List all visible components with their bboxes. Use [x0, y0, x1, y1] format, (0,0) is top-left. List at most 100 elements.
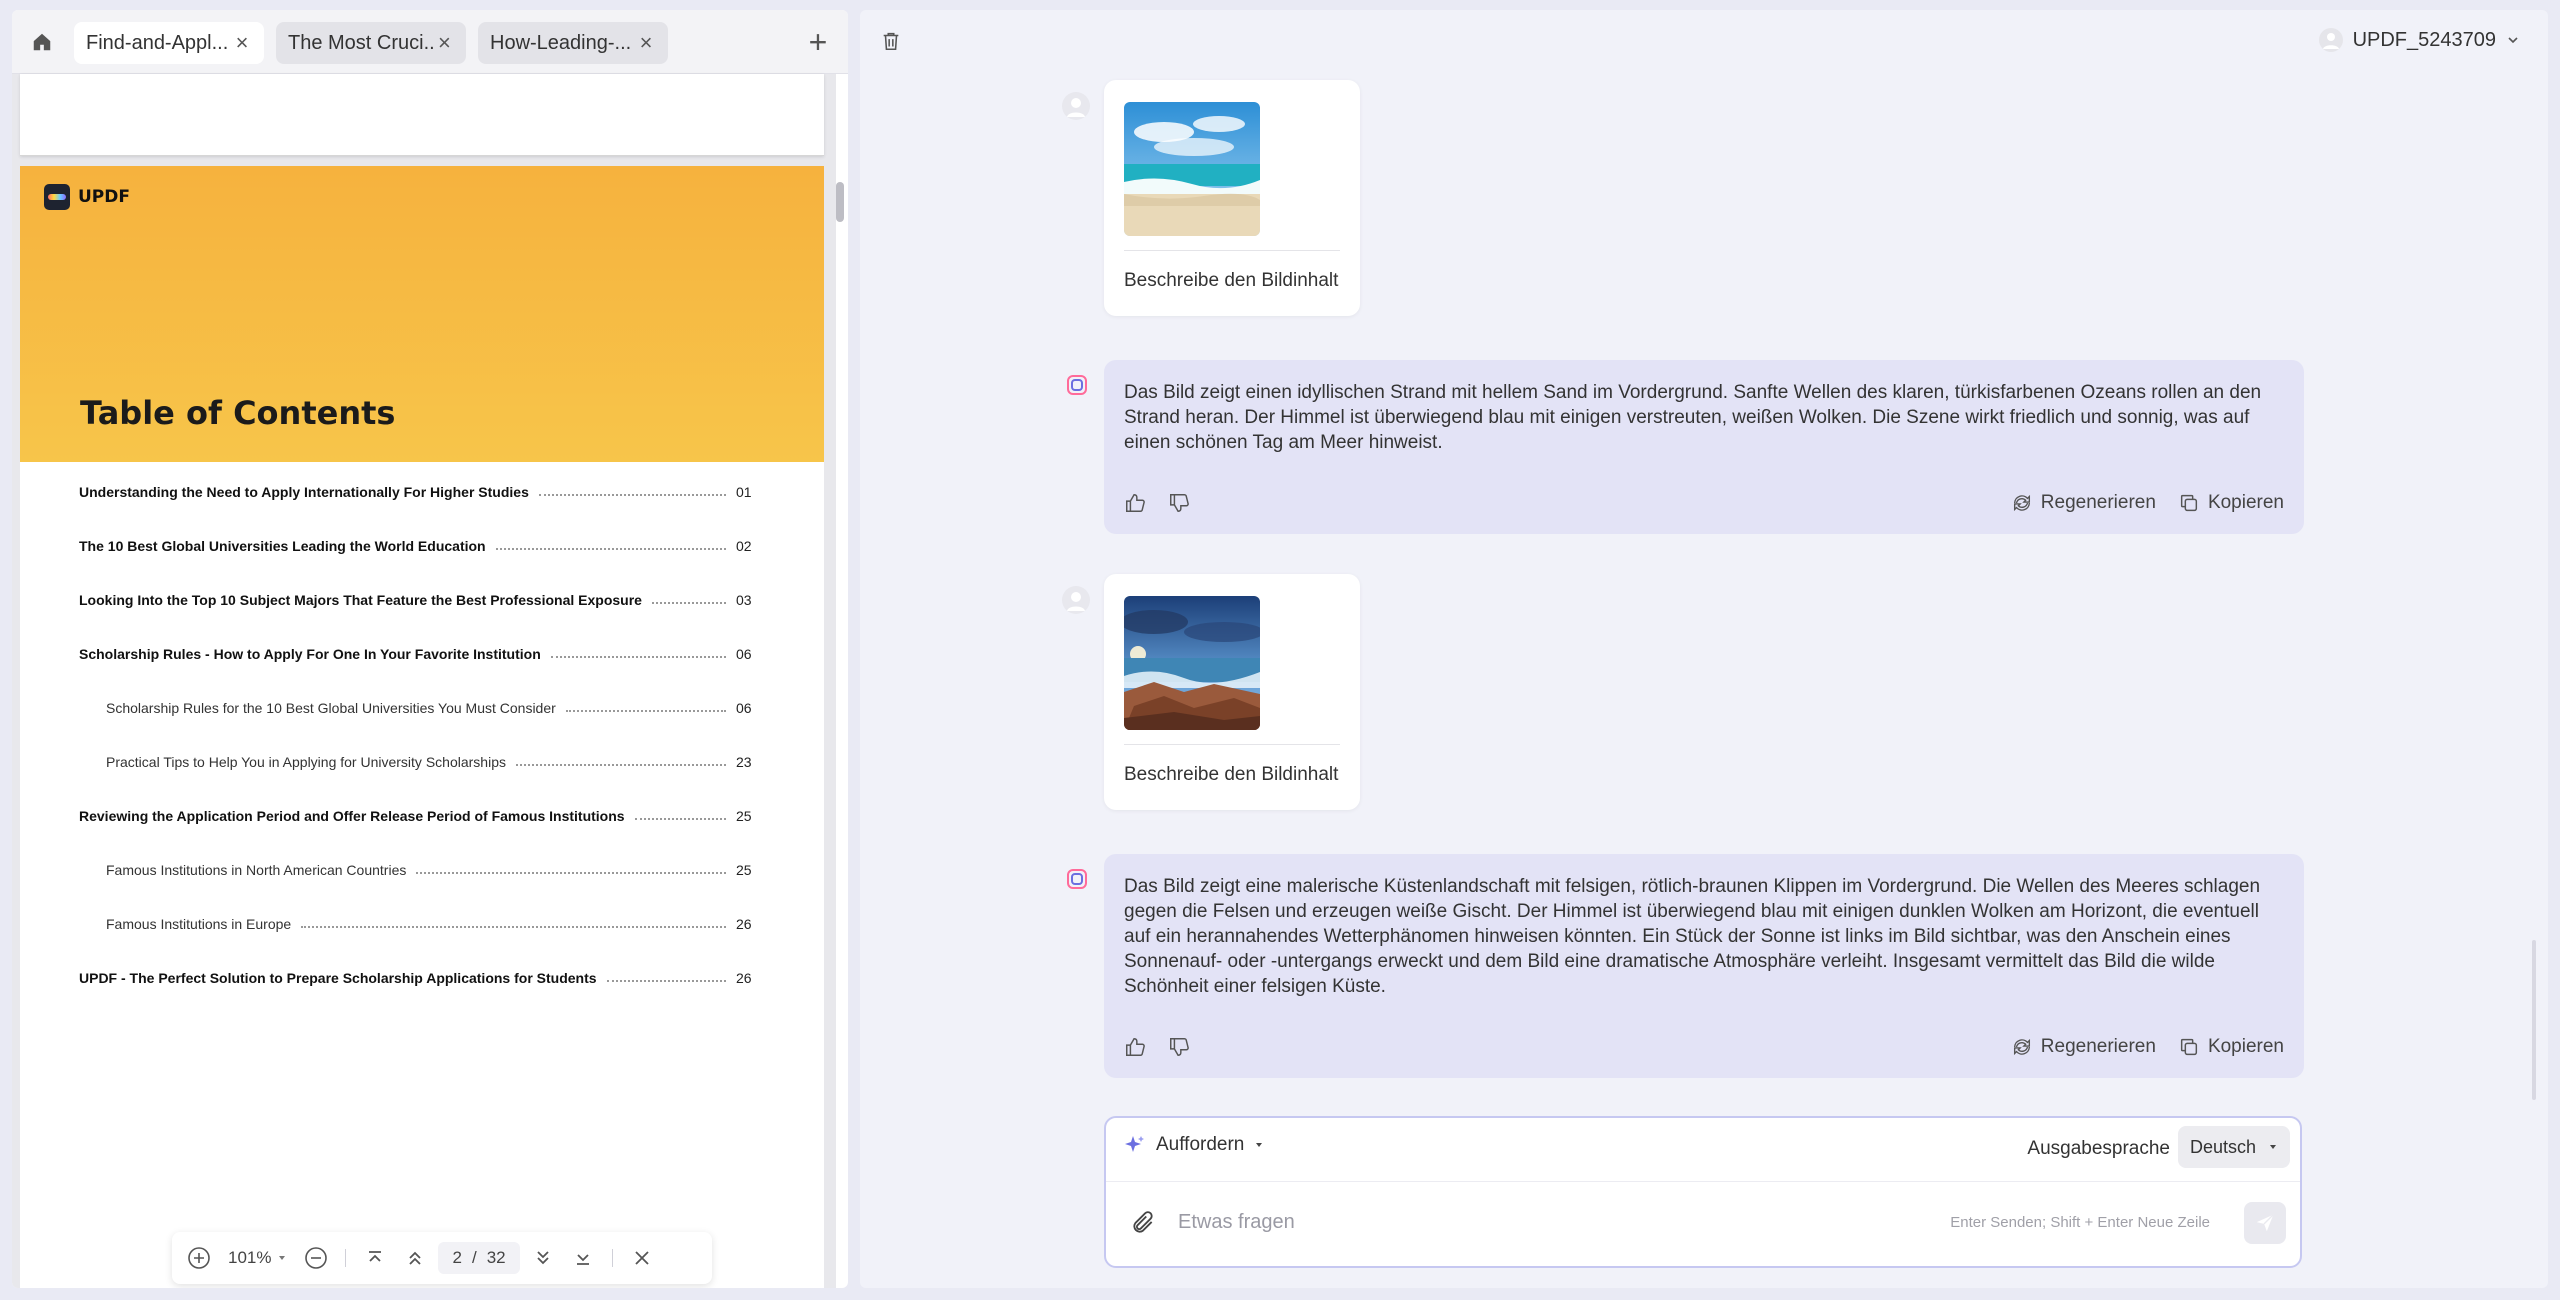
copy-label: Kopieren	[2207, 1036, 2284, 1057]
language-value: Deutsch	[2190, 1136, 2257, 1157]
new-tab-button[interactable]: +	[804, 24, 832, 60]
tab-most-crucial[interactable]: The Most Cruci... ×	[276, 22, 466, 64]
clear-chat-button[interactable]	[880, 30, 904, 54]
close-icon[interactable]: ×	[435, 30, 454, 56]
toc-entry-title: Scholarship Rules - How to Apply For One…	[79, 646, 541, 662]
document-viewport[interactable]: UPDF Table of Contents Understanding the…	[12, 74, 844, 1288]
current-page[interactable]: 2	[452, 1248, 461, 1268]
zoom-in-button[interactable]	[182, 1241, 216, 1275]
toc-entry-page: 25	[736, 862, 752, 878]
toc-entry-page: 03	[736, 592, 752, 608]
copy-label: Kopieren	[2207, 492, 2284, 513]
prompt-label: Auffordern	[1156, 1134, 1245, 1155]
tab-label: Find-and-Appl...	[86, 31, 229, 54]
toc-leader-dots	[606, 980, 726, 982]
toc-entry-title: Famous Institutions in Europe	[106, 916, 292, 932]
copy-button[interactable]: Kopieren	[2178, 1036, 2284, 1058]
output-language-label: Ausgabesprache	[2027, 1138, 2170, 1159]
close-icon[interactable]: ×	[232, 30, 252, 56]
toc-leader-dots	[538, 494, 726, 496]
user-icon	[2322, 33, 2339, 49]
tab-find-and-apply[interactable]: Find-and-Appl... ×	[74, 22, 264, 64]
scrollbar[interactable]	[836, 182, 844, 222]
attach-button[interactable]	[1130, 1210, 1156, 1236]
thumbs-down-icon[interactable]	[1168, 492, 1190, 514]
ai-response-message: Das Bild zeigt einen idyllischen Strand …	[1104, 360, 2304, 534]
toc-entry-page: 02	[736, 538, 752, 554]
ai-chat-panel: UPDF_5243709 Beschreibe den Bildinhalt D…	[860, 10, 2548, 1288]
tab-how-leading[interactable]: How-Leading-... ×	[478, 22, 668, 64]
thumbs-up-icon[interactable]	[1124, 1036, 1146, 1058]
copy-icon	[2180, 1038, 2198, 1056]
refresh-icon	[2013, 494, 2030, 512]
thumbs-up-icon[interactable]	[1124, 492, 1146, 514]
image-prompt: Beschreibe den Bildinhalt	[1124, 270, 1339, 291]
user-menu[interactable]: UPDF_5243709	[2318, 28, 2520, 52]
zoom-in-icon	[188, 1247, 210, 1269]
toc-entry-title: Famous Institutions in North American Co…	[106, 862, 407, 878]
ai-assistant-icon	[1067, 375, 1087, 395]
card-divider	[1124, 250, 1340, 251]
user-avatar	[1062, 586, 1090, 614]
toc-entry[interactable]: Scholarship Rules for the 10 Best Global…	[20, 698, 824, 718]
toc-entry[interactable]: Famous Institutions in Europe 26	[20, 914, 824, 934]
thumbs-down-icon[interactable]	[1168, 1036, 1190, 1058]
toc-entry[interactable]: UPDF - The Perfect Solution to Prepare S…	[20, 968, 824, 988]
regenerate-button[interactable]: Regenerieren	[2011, 1036, 2156, 1058]
chat-input[interactable]	[1178, 1204, 1878, 1240]
page-indicator[interactable]: 2 / 32	[438, 1242, 520, 1274]
send-button[interactable]	[2244, 1202, 2286, 1244]
toolbar-divider	[611, 1249, 613, 1267]
regenerate-button[interactable]: Regenerieren	[2011, 492, 2156, 514]
scrollbar[interactable]	[2532, 940, 2536, 1100]
prompt-menu-button[interactable]: Auffordern	[1124, 1134, 1264, 1156]
first-page-button[interactable]	[358, 1241, 392, 1275]
toc-leader-dots	[515, 764, 726, 766]
last-page-icon	[576, 1254, 589, 1265]
toc-entry-title: Understanding the Need to Apply Internat…	[79, 484, 529, 500]
page-separator: /	[471, 1248, 477, 1267]
next-page-button[interactable]	[526, 1241, 560, 1275]
toc-leader-dots	[301, 926, 726, 928]
toc-leader-dots	[565, 710, 726, 712]
copy-icon	[2180, 494, 2198, 512]
toc-leader-dots	[634, 818, 726, 820]
toc-entry-title: Reviewing the Application Period and Off…	[79, 808, 625, 824]
zoom-out-button[interactable]	[299, 1241, 333, 1275]
chat-composer: Auffordern Ausgabesprache Deutsch Enter …	[1104, 1116, 2302, 1268]
toc-entry[interactable]: Famous Institutions in North American Co…	[20, 860, 824, 880]
copy-button[interactable]: Kopieren	[2178, 492, 2284, 514]
user-avatar	[1062, 92, 1090, 120]
close-icon[interactable]: ×	[636, 30, 656, 56]
toc-entry[interactable]: Reviewing the Application Period and Off…	[20, 806, 824, 826]
previous-page-button[interactable]	[398, 1241, 432, 1275]
beach-image[interactable]	[1124, 102, 1260, 236]
brand-name: UPDF	[78, 187, 130, 207]
brand: UPDF	[44, 184, 130, 210]
toc-entry[interactable]: The 10 Best Global Universities Leading …	[20, 536, 824, 556]
close-toolbar-button[interactable]	[625, 1241, 659, 1275]
user-image-message: Beschreibe den Bildinhalt	[1104, 574, 1360, 810]
message-actions: Regenerieren Kopieren	[1124, 1034, 2284, 1060]
zoom-select[interactable]: 101%	[222, 1248, 293, 1268]
caret-down-icon	[2270, 1145, 2276, 1149]
toc-entry-title: Practical Tips to Help You in Applying f…	[106, 754, 506, 770]
card-divider	[1124, 744, 1340, 745]
toc-entry[interactable]: Understanding the Need to Apply Internat…	[20, 482, 824, 502]
language-select[interactable]: Deutsch	[2178, 1126, 2290, 1168]
pdf-page: UPDF Table of Contents Understanding the…	[20, 166, 824, 1288]
user-icon	[1067, 98, 1085, 117]
toc-entry-page: 23	[736, 754, 752, 770]
pdf-reader-panel: Find-and-Appl... × The Most Cruci... × H…	[12, 10, 848, 1288]
message-actions: Regenerieren Kopieren	[1124, 490, 2284, 516]
toc-entry-page: 26	[736, 916, 752, 932]
last-page-button[interactable]	[566, 1241, 600, 1275]
avatar	[2318, 28, 2343, 52]
toc-entry[interactable]: Scholarship Rules - How to Apply For One…	[20, 644, 824, 664]
composer-toolbar: Auffordern Ausgabesprache Deutsch	[1106, 1118, 2300, 1182]
toc-entry[interactable]: Looking Into the Top 10 Subject Majors T…	[20, 590, 824, 610]
rocky-coast-image[interactable]	[1124, 596, 1260, 730]
toc-entry[interactable]: Practical Tips to Help You in Applying f…	[20, 752, 824, 772]
home-button[interactable]	[28, 28, 56, 56]
toc-leader-dots	[416, 872, 726, 874]
